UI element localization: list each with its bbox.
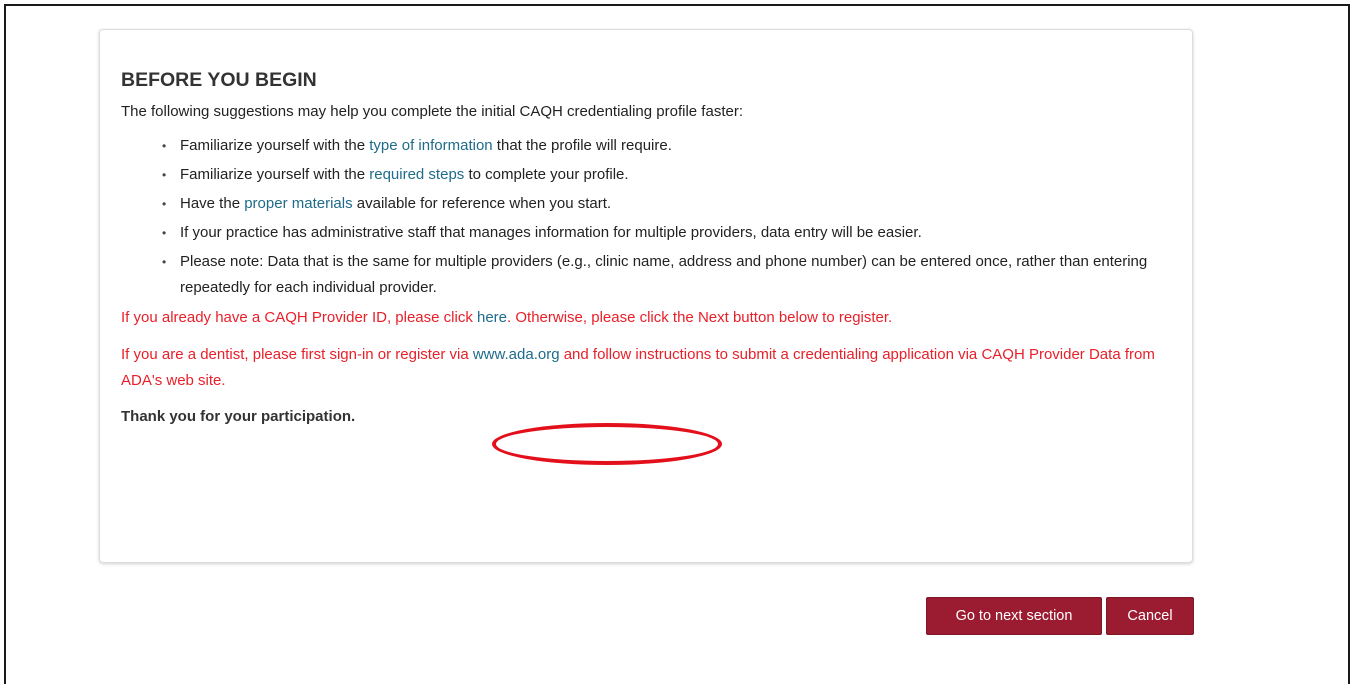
- bullet-icon: •: [162, 197, 167, 211]
- notice-text: . Otherwise, please click the Next butto…: [507, 309, 893, 326]
- tip-text: Familiarize yourself with the: [180, 137, 370, 154]
- tip-text: Familiarize yourself with the: [180, 166, 370, 183]
- intro-text: The following suggestions may help you c…: [121, 103, 743, 120]
- required-steps-link[interactable]: required steps: [369, 166, 464, 183]
- bullet-icon: •: [162, 255, 167, 269]
- proper-materials-link[interactable]: proper materials: [244, 195, 352, 212]
- tip-text: that the profile will require.: [492, 137, 672, 154]
- tip-text: to complete your profile.: [464, 166, 629, 183]
- page-title: BEFORE YOU BEGIN: [121, 69, 317, 91]
- bullet-icon: •: [162, 139, 167, 153]
- provider-id-notice: If you already have a CAQH Provider ID, …: [121, 305, 1181, 331]
- tip-text: Have the: [180, 195, 245, 212]
- tip-text: If your practice has administrative staf…: [180, 224, 922, 241]
- type-of-information-link[interactable]: type of information: [369, 137, 492, 154]
- notice-text: If you already have a CAQH Provider ID, …: [121, 309, 477, 326]
- here-link[interactable]: here: [477, 309, 507, 326]
- list-item: • If your practice has administrative st…: [162, 220, 1181, 246]
- dentist-notice: If you are a dentist, please first sign-…: [121, 342, 1181, 394]
- bullet-icon: •: [162, 168, 167, 182]
- card-content: BEFORE YOU BEGIN The following suggestio…: [121, 68, 1181, 428]
- bullet-icon: •: [162, 226, 167, 240]
- thank-you-text: Thank you for your participation.: [121, 408, 356, 425]
- notice-text: If you are a dentist, please first sign-…: [121, 346, 473, 363]
- before-you-begin-card: BEFORE YOU BEGIN The following suggestio…: [99, 29, 1193, 563]
- list-item: • Familiarize yourself with the type of …: [162, 133, 1181, 159]
- list-item: • Please note: Data that is the same for…: [162, 249, 1181, 301]
- tip-text: available for reference when you start.: [352, 195, 612, 212]
- tip-text: Please note: Data that is the same for m…: [180, 253, 1148, 296]
- go-to-next-section-button[interactable]: Go to next section: [926, 597, 1102, 635]
- ada-org-link[interactable]: www.ada.org: [473, 346, 560, 363]
- list-item: • Have the proper materials available fo…: [162, 191, 1181, 217]
- cancel-button[interactable]: Cancel: [1106, 597, 1194, 635]
- list-item: • Familiarize yourself with the required…: [162, 162, 1181, 188]
- suggestions-list: • Familiarize yourself with the type of …: [121, 133, 1181, 301]
